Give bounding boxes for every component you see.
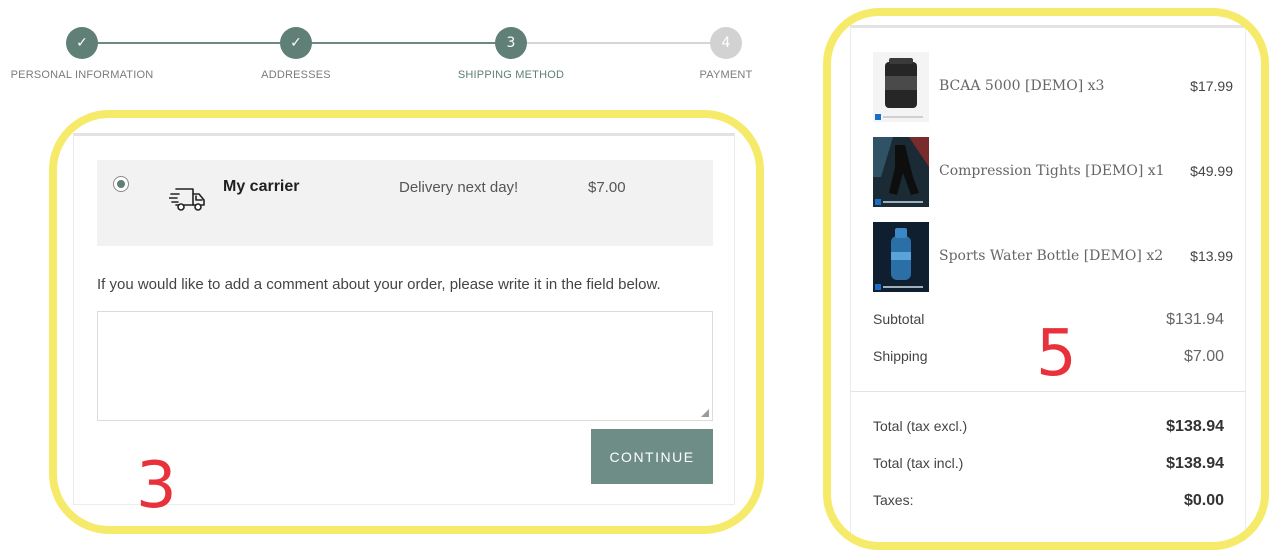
taxes-value: $0.00 (1183, 492, 1224, 509)
carrier-price: $7.00 (588, 179, 626, 196)
cart-item: Compression Tights [DEMO] x1 $49.99 (873, 137, 1233, 207)
continue-button[interactable]: CONTINUE (591, 429, 713, 484)
product-name[interactable]: BCAA 5000 [DEMO] x3 (939, 78, 1104, 94)
annotation-number-3: 3 (136, 449, 177, 523)
order-comment-label: If you would like to add a comment about… (97, 276, 661, 293)
product-name[interactable]: Compression Tights [DEMO] x1 (939, 163, 1165, 179)
product-price: $17.99 (1190, 78, 1233, 94)
step-connector (296, 42, 511, 44)
product-thumbnail-compression-tights[interactable] (873, 137, 929, 207)
step-label-addresses[interactable]: ADDRESSES (261, 69, 331, 81)
total-tax-incl-value: $138.94 (1166, 455, 1224, 472)
cart-item: Sports Water Bottle [DEMO] x2 $13.99 (873, 222, 1233, 292)
checkout-stepper: ✓ ✓ 3 4 PERSONAL INFORMATION ADDRESSES S… (0, 0, 800, 100)
product-price: $49.99 (1190, 163, 1233, 179)
step-connector (511, 42, 726, 44)
carrier-delivery-time: Delivery next day! (399, 179, 519, 196)
annotation-number-5: 5 (1036, 317, 1077, 391)
truck-icon (169, 188, 205, 211)
subtotal-value: $131.94 (1166, 311, 1224, 328)
total-tax-excl-value: $138.94 (1166, 418, 1224, 435)
carrier-name: My carrier (223, 178, 300, 195)
summary-divider (851, 391, 1245, 392)
taxes-label: Taxes: (873, 492, 914, 508)
step-shipping-method-number: 3 (495, 27, 527, 59)
product-name[interactable]: Sports Water Bottle [DEMO] x2 (939, 248, 1163, 264)
step-personal-information-check-icon[interactable]: ✓ (66, 27, 98, 59)
shipping-value: $7.00 (1183, 348, 1224, 365)
carrier-option-my-carrier[interactable]: My carrier Delivery next day! $7.00 (97, 160, 713, 246)
step-addresses-check-icon[interactable]: ✓ (280, 27, 312, 59)
total-tax-excl-label: Total (tax excl.) (873, 418, 968, 434)
step-label-payment: PAYMENT (699, 69, 753, 81)
product-price: $13.99 (1190, 248, 1233, 264)
total-tax-incl-label: Total (tax incl.) (873, 455, 964, 471)
step-connector (82, 42, 296, 44)
product-thumbnail-bcaa[interactable] (873, 52, 929, 122)
product-thumbnail-water-bottle[interactable] (873, 222, 929, 292)
cart-item: BCAA 5000 [DEMO] x3 $17.99 (873, 52, 1233, 122)
resize-grip-icon[interactable] (701, 409, 709, 417)
step-payment-number: 4 (710, 27, 742, 59)
radio-selected-dot (117, 180, 125, 188)
step-label-personal-information[interactable]: PERSONAL INFORMATION (11, 69, 154, 81)
shipping-label: Shipping (873, 348, 928, 364)
subtotal-label: Subtotal (873, 311, 925, 327)
carrier-radio[interactable] (113, 176, 129, 192)
order-summary-panel: BCAA 5000 [DEMO] x3 $17.99 Compression T… (850, 25, 1246, 535)
step-label-shipping-method: SHIPPING METHOD (457, 69, 565, 81)
order-comment-textarea[interactable] (97, 311, 713, 421)
